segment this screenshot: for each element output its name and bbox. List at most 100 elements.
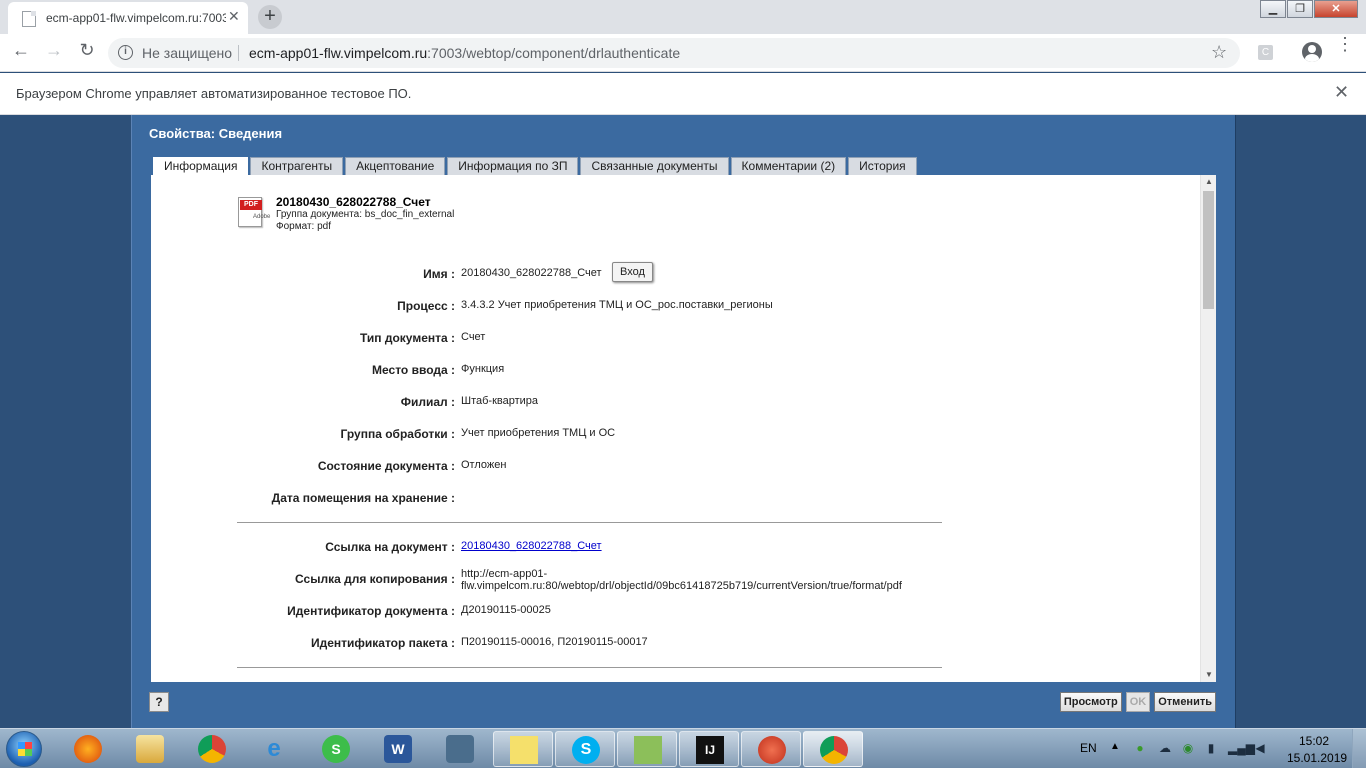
cancel-button[interactable]: Отменить: [1154, 692, 1216, 712]
menu-kebab-icon[interactable]: ⋮: [1336, 35, 1354, 53]
page-body: Свойства: Сведения Информация Контрагент…: [0, 115, 1366, 728]
help-button[interactable]: ?: [149, 692, 169, 712]
dialog-content: PDF Adobe 20180430_628022788_Счет Группа…: [151, 175, 1216, 682]
infobar-text: Браузером Chrome управляет автоматизиров…: [16, 86, 412, 101]
field-value: 3.4.3.2 Учет приобретения ТМЦ и ОС_рос.п…: [461, 299, 773, 311]
new-tab-button[interactable]: +: [258, 5, 282, 29]
field-row: Дата помещения на хранение :: [151, 491, 1051, 507]
pdf-icon: PDF Adobe: [231, 195, 270, 227]
properties-dialog: Свойства: Сведения Информация Контрагент…: [131, 115, 1236, 728]
tab-related-documents[interactable]: Связанные документы: [580, 157, 729, 175]
editor-taskbar-item[interactable]: [617, 731, 677, 767]
field-value: 20180430_628022788_Счет: [461, 540, 602, 552]
section-divider: [237, 667, 942, 668]
field-value: Учет приобретения ТМЦ и ОС: [461, 427, 616, 439]
field-label: Идентификатор документа :: [287, 604, 455, 618]
tab-close-icon[interactable]: ✕: [228, 8, 240, 25]
infobar-close-icon[interactable]: ✕: [1334, 82, 1349, 103]
network-tool-taskbar-icon[interactable]: [430, 731, 490, 767]
browser-toolbar: ← → ↻ i Не защищено ecm-app01-flw.vimpel…: [0, 34, 1366, 72]
skype-taskbar-icon[interactable]: S: [306, 731, 366, 767]
field-row: Место ввода : Функция: [151, 363, 1051, 379]
tab-comments[interactable]: Комментарии (2): [730, 157, 847, 175]
chrome-running-taskbar-item[interactable]: [803, 731, 863, 767]
scroll-thumb[interactable]: [1203, 191, 1214, 309]
tab-counterparties[interactable]: Контрагенты: [250, 157, 344, 175]
security-label[interactable]: Не защищено: [142, 45, 232, 61]
ok-button[interactable]: OK: [1125, 692, 1151, 712]
field-label: Тип документа :: [360, 331, 455, 345]
clock-date[interactable]: 15.01.2019: [1287, 751, 1347, 765]
field-value: Штаб-квартира: [461, 395, 539, 407]
reload-icon[interactable]: ↻: [75, 40, 99, 61]
url-separator: [238, 45, 239, 61]
tray-device-icon[interactable]: ▮: [1204, 741, 1218, 755]
dialog-title: Свойства: Сведения: [149, 126, 283, 141]
intellij-taskbar-item[interactable]: IJ: [679, 731, 739, 767]
app-taskbar-item[interactable]: [741, 731, 801, 767]
section-divider: [237, 522, 942, 523]
window-close-button[interactable]: ✕: [1314, 0, 1358, 18]
clock-time[interactable]: 15:02: [1299, 734, 1329, 748]
extension-icon[interactable]: C: [1258, 45, 1273, 60]
maximize-button[interactable]: ❐: [1287, 0, 1313, 18]
tray-network-share-icon[interactable]: ☁: [1158, 741, 1172, 755]
page-icon: [22, 11, 36, 27]
content-scrollbar[interactable]: ▲ ▼: [1200, 175, 1216, 682]
tray-expand-icon[interactable]: ▲: [1110, 741, 1120, 752]
firefox-taskbar-icon[interactable]: [58, 731, 118, 767]
tab-information[interactable]: Информация: [153, 157, 249, 176]
document-format: Формат: pdf: [276, 221, 331, 232]
field-row: Идентификатор пакета : П20190115-00016, …: [151, 636, 1051, 652]
field-row: Ссылка на документ : 20180430_628022788_…: [151, 540, 1051, 556]
explorer-taskbar-icon[interactable]: [120, 731, 180, 767]
field-label: Идентификатор пакета :: [310, 636, 455, 650]
field-value: Функция: [461, 363, 505, 375]
field-value: Д20190115-00025: [461, 604, 551, 616]
tab-title: ecm-app01-flw.vimpelcom.ru:7003/webtop/c…: [46, 11, 226, 25]
tray-security-icon[interactable]: ◉: [1181, 741, 1195, 755]
field-label: Ссылка на документ :: [325, 540, 455, 554]
field-row: Процесс : 3.4.3.2 Учет приобретения ТМЦ …: [151, 299, 1051, 315]
scroll-down-icon[interactable]: ▼: [1201, 668, 1216, 682]
word-taskbar-icon[interactable]: W: [368, 731, 428, 767]
scroll-up-icon[interactable]: ▲: [1201, 175, 1216, 189]
sticky-notes-taskbar-item[interactable]: [493, 731, 553, 767]
field-label: Группа обработки :: [340, 427, 455, 441]
field-label: Дата помещения на хранение :: [271, 491, 455, 505]
document-link[interactable]: 20180430_628022788_Счет: [461, 540, 602, 552]
browser-tab[interactable]: ecm-app01-flw.vimpelcom.ru:7003/webtop/c…: [8, 2, 248, 34]
bookmark-star-icon[interactable]: ☆: [1211, 42, 1227, 63]
skype-running-taskbar-item[interactable]: S: [555, 731, 615, 767]
ie-taskbar-icon[interactable]: e: [244, 731, 304, 767]
info-icon[interactable]: i: [118, 45, 133, 60]
signal-icon[interactable]: ▂▄▆: [1228, 741, 1255, 755]
url-text[interactable]: ecm-app01-flw.vimpelcom.ru:7003/webtop/c…: [249, 45, 680, 61]
dialog-tabs: Информация Контрагенты Акцептование Инфо…: [153, 157, 919, 176]
field-label: Место ввода :: [372, 363, 455, 377]
tab-acceptance[interactable]: Акцептование: [345, 157, 446, 175]
document-group: Группа документа: bs_doc_fin_external: [276, 209, 455, 220]
copy-link-value[interactable]: http://ecm-app01- flw.vimpelcom.ru:80/web…: [461, 568, 902, 592]
tab-request-info[interactable]: Информация по ЗП: [447, 157, 579, 175]
field-label: Филиал :: [400, 395, 455, 409]
field-row: Тип документа : Счет: [151, 331, 1051, 347]
start-button[interactable]: [6, 731, 42, 767]
show-desktop-button[interactable]: [1352, 729, 1366, 768]
view-button[interactable]: Просмотр: [1059, 692, 1122, 712]
chrome-taskbar-icon[interactable]: [182, 731, 242, 767]
tab-history[interactable]: История: [848, 157, 917, 175]
volume-icon[interactable]: ◀: [1253, 741, 1267, 755]
field-row: Группа обработки : Учет приобретения ТМЦ…: [151, 427, 1051, 443]
language-indicator[interactable]: EN: [1080, 741, 1097, 755]
login-tooltip-button[interactable]: Вход: [612, 262, 653, 282]
dialog-buttons: Просмотр OK Отменить: [1056, 692, 1216, 712]
minimize-button[interactable]: ▁: [1260, 0, 1286, 18]
field-value: П20190115-00016, П20190115-00017: [461, 636, 648, 648]
address-bar[interactable]: i Не защищено ecm-app01-flw.vimpelcom.ru…: [108, 38, 1240, 68]
profile-icon[interactable]: [1302, 42, 1322, 62]
field-label: Процесс :: [397, 299, 455, 313]
tray-app-icon[interactable]: ●: [1133, 741, 1147, 755]
back-icon[interactable]: ←: [9, 40, 33, 61]
forward-icon[interactable]: →: [42, 40, 66, 61]
